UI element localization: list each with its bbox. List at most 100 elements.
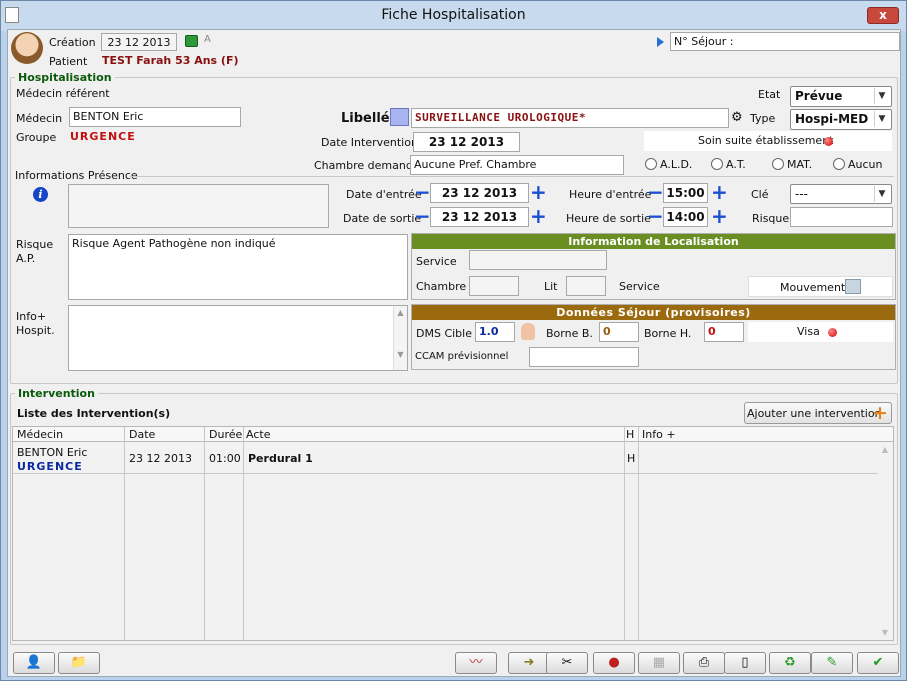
- date-sortie-plus-button[interactable]: +: [530, 206, 547, 226]
- forward-icon[interactable]: ➜: [508, 652, 550, 674]
- date-sortie-field[interactable]: 23 12 2013: [430, 207, 529, 227]
- info-hospit-scrollbar[interactable]: ▲ ▼: [393, 306, 407, 370]
- title-bar: Fiche Hospitalisation x: [1, 1, 906, 31]
- sejour-arrow-icon: [657, 37, 664, 47]
- chambre-field[interactable]: Aucune Pref. Chambre: [410, 155, 624, 175]
- row-medecin: BENTON Eric: [17, 446, 88, 459]
- cle-select[interactable]: --- ▼: [790, 184, 892, 204]
- tools-icon[interactable]: ✂: [546, 652, 588, 674]
- folder-icon[interactable]: 📁: [58, 652, 100, 674]
- heure-sortie-minus-button[interactable]: −: [647, 206, 664, 226]
- risque-ap-field[interactable]: Risque Agent Pathogène non indiqué: [68, 234, 408, 300]
- row-h: H: [627, 452, 636, 465]
- validate-icon[interactable]: ✔: [857, 652, 899, 674]
- avatar: [11, 32, 43, 64]
- contact-icon[interactable]: ●: [593, 652, 635, 674]
- calendar-icon[interactable]: ▦: [638, 652, 680, 674]
- edit-check-icon[interactable]: ✎: [811, 652, 853, 674]
- col-h[interactable]: H: [626, 427, 634, 442]
- type-select[interactable]: Hospi-MED ▼: [790, 109, 892, 130]
- device-icon[interactable]: ▯: [724, 652, 766, 674]
- date-intervention-label: Date Intervention: [321, 136, 418, 149]
- borne-b-field: 0: [599, 322, 639, 342]
- borne-b-label: Borne B.: [546, 327, 593, 340]
- mouvement-button[interactable]: Mouvement: [748, 276, 893, 297]
- date-entree-field[interactable]: 23 12 2013: [430, 183, 529, 203]
- info-hospit-field[interactable]: [68, 305, 408, 371]
- radio-aucun-label: Aucun: [848, 158, 883, 171]
- info-icon[interactable]: i: [33, 187, 48, 202]
- intervention-legend: Intervention: [15, 387, 98, 400]
- loc-lit-field: [566, 276, 606, 296]
- close-button[interactable]: x: [867, 7, 899, 24]
- etat-label: Etat: [758, 88, 781, 101]
- date-sortie-minus-button[interactable]: −: [414, 206, 431, 226]
- type-value: Hospi-MED: [795, 112, 869, 126]
- localisation-header: Information de Localisation: [412, 234, 895, 249]
- presence-divider: [130, 176, 894, 177]
- hand-icon: [521, 323, 535, 340]
- chevron-down-icon: ▼: [874, 186, 889, 202]
- heure-entree-field[interactable]: 15:00: [663, 183, 708, 203]
- libelle-color-swatch[interactable]: [390, 108, 409, 126]
- loc-lit-label: Lit: [544, 280, 558, 293]
- window: Fiche Hospitalisation x Création 23 12 2…: [0, 0, 907, 681]
- creation-date-field: 23 12 2013: [101, 33, 177, 51]
- row-groupe: URGENCE: [17, 460, 83, 473]
- row-acte: Perdural 1: [248, 452, 313, 465]
- add-intervention-button[interactable]: Ajouter une intervention +: [744, 402, 892, 424]
- row-date: 23 12 2013: [129, 452, 192, 465]
- risque-field[interactable]: [790, 207, 893, 227]
- form-body: Création 23 12 2013 A Patient TEST Farah…: [7, 29, 901, 677]
- loc-chambre-field: [469, 276, 519, 296]
- chart-icon[interactable]: 〰: [455, 652, 497, 674]
- a-indicator: A: [204, 34, 211, 45]
- radio-mat[interactable]: [772, 158, 784, 170]
- libelle-field[interactable]: SURVEILLANCE UROLOGIQUE*: [411, 108, 729, 128]
- info-hospit-label-line1: Info+: [16, 310, 47, 323]
- plus-icon: +: [872, 402, 888, 424]
- etat-select[interactable]: Prévue ▼: [790, 86, 892, 107]
- radio-at[interactable]: [711, 158, 723, 170]
- mouvement-label: Mouvement: [780, 281, 846, 294]
- gear-icon[interactable]: ⚙: [731, 110, 743, 125]
- radio-aucun[interactable]: [833, 158, 845, 170]
- col-acte[interactable]: Acte: [246, 427, 270, 442]
- radio-mat-label: MAT.: [787, 158, 813, 171]
- heure-sortie-plus-button[interactable]: +: [711, 206, 728, 226]
- radio-ald-label: A.L.D.: [660, 158, 693, 171]
- borne-h-field: 0: [704, 322, 744, 342]
- heure-entree-plus-button[interactable]: +: [711, 182, 728, 202]
- heure-sortie-label: Heure de sortie: [566, 212, 651, 225]
- print-icon[interactable]: ⎙: [683, 652, 725, 674]
- recycle-icon[interactable]: ♻: [769, 652, 811, 674]
- cle-value: ---: [795, 187, 808, 201]
- loc-service2-label: Service: [619, 280, 660, 293]
- radio-ald[interactable]: [645, 158, 657, 170]
- col-medecin[interactable]: Médecin: [17, 427, 63, 442]
- presence-notes-field[interactable]: [68, 184, 329, 228]
- ccam-field[interactable]: [529, 347, 639, 367]
- add-intervention-label: Ajouter une intervention: [747, 407, 882, 420]
- date-intervention-field[interactable]: 23 12 2013: [413, 132, 520, 152]
- medecin-field[interactable]: BENTON Eric: [69, 107, 241, 127]
- doctor-icon[interactable]: 👤: [13, 652, 55, 674]
- medecin-label: Médecin: [16, 112, 63, 125]
- table-scrollbar[interactable]: ▲ ▼: [878, 443, 892, 639]
- intervention-list-title: Liste des Intervention(s): [17, 407, 171, 420]
- col-duree[interactable]: Durée: [209, 427, 242, 442]
- date-entree-plus-button[interactable]: +: [530, 182, 547, 202]
- calendar-check-icon[interactable]: [185, 35, 198, 47]
- date-entree-minus-button[interactable]: −: [414, 182, 431, 202]
- info-hospit-label-line2: Hospit.: [16, 324, 55, 337]
- table-row[interactable]: BENTON Eric URGENCE 23 12 2013 01:00 Per…: [13, 443, 878, 474]
- sejour-field[interactable]: N° Séjour :: [670, 32, 900, 51]
- heure-entree-minus-button[interactable]: −: [647, 182, 664, 202]
- col-info[interactable]: Info +: [642, 427, 676, 442]
- heure-entree-label: Heure d'entrée: [569, 188, 652, 201]
- heure-sortie-field[interactable]: 14:00: [663, 207, 708, 227]
- groupe-label: Groupe: [16, 131, 57, 144]
- col-date[interactable]: Date: [129, 427, 155, 442]
- dms-field[interactable]: 1.0: [475, 322, 515, 342]
- loc-service-field: [469, 250, 607, 270]
